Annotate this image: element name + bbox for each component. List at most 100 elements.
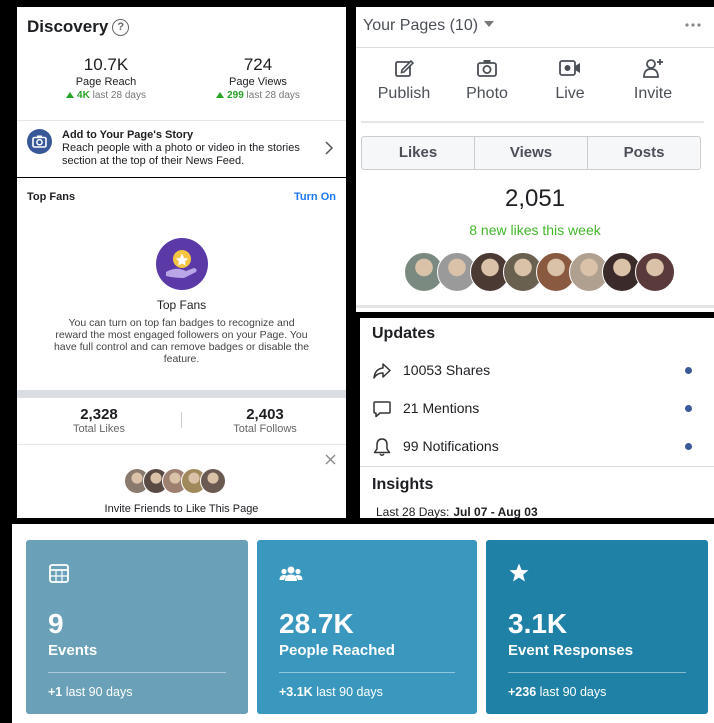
your-pages-panel: Your Pages (10) Publish Photo Live Invit… bbox=[356, 7, 714, 312]
unread-dot bbox=[685, 405, 692, 412]
event-responses-period: last 90 days bbox=[539, 685, 607, 699]
bell-icon bbox=[372, 437, 392, 457]
events-value: 9 bbox=[48, 608, 64, 639]
your-pages-dropdown[interactable]: Your Pages (10) bbox=[363, 17, 495, 35]
insights-period-label: Last 28 Days: bbox=[376, 505, 450, 518]
tab-likes[interactable]: Likes bbox=[362, 137, 475, 169]
friend-avatar[interactable] bbox=[200, 468, 226, 494]
turn-on-link[interactable]: Turn On bbox=[294, 191, 336, 203]
updates-panel: Updates 10053 Shares 21 Mentions 99 Noti… bbox=[360, 318, 714, 518]
top-fans-title: Top Fans bbox=[156, 298, 207, 312]
notifications-label: 99 Notifications bbox=[403, 438, 499, 454]
page-views-delta-value: 299 bbox=[227, 90, 244, 101]
page-reach-label: Page Reach bbox=[75, 76, 137, 88]
insights-title: Insights bbox=[372, 476, 434, 493]
events-delta: +1 last 90 days bbox=[48, 685, 132, 699]
likes-count: 2,051 bbox=[504, 185, 566, 212]
divider bbox=[17, 390, 346, 398]
events-card[interactable]: 9 Events +1 last 90 days bbox=[26, 540, 248, 714]
event-responses-card[interactable]: 3.1K Event Responses +236 last 90 days bbox=[486, 540, 708, 714]
photo-label: Photo bbox=[466, 85, 508, 102]
people-reached-label: People Reached bbox=[279, 642, 395, 659]
people-reached-delta: +3.1K last 90 days bbox=[279, 685, 383, 699]
page-views-delta: 299 last 28 days bbox=[193, 90, 323, 101]
unread-dot bbox=[685, 443, 692, 450]
total-likes-label: Total Likes bbox=[73, 423, 125, 435]
people-reached-value: 28.7K bbox=[279, 608, 354, 639]
page-views-value: 724 bbox=[243, 55, 273, 74]
page-reach-stat: 10.7K Page Reach 4K last 28 days bbox=[41, 55, 171, 101]
total-likes-value: 2,328 bbox=[80, 406, 118, 423]
divider bbox=[17, 444, 346, 445]
video-icon bbox=[535, 57, 605, 81]
invite-action[interactable]: Invite bbox=[618, 57, 688, 103]
page-views-label: Page Views bbox=[229, 76, 287, 88]
pencil-icon bbox=[369, 57, 439, 81]
publish-label: Publish bbox=[377, 85, 431, 102]
event-stats-panel: 9 Events +1 last 90 days 28.7K People Re… bbox=[12, 524, 714, 723]
chevron-right-icon[interactable] bbox=[324, 141, 334, 160]
close-icon[interactable] bbox=[325, 452, 336, 468]
divider bbox=[48, 672, 226, 673]
people-reached-period: last 90 days bbox=[316, 685, 383, 699]
total-follows-stat: 2,403 Total Follows bbox=[195, 406, 335, 435]
page-views-stat: 724 Page Views 299 last 28 days bbox=[193, 55, 323, 101]
divider bbox=[17, 120, 346, 121]
events-label: Events bbox=[48, 642, 98, 659]
updates-title: Updates bbox=[372, 325, 436, 342]
insights-period: Last 28 Days: Jul 07 - Aug 03 bbox=[376, 505, 538, 518]
up-arrow-icon bbox=[216, 92, 225, 98]
invite-label: Invite bbox=[633, 85, 673, 102]
tab-views[interactable]: Views bbox=[475, 137, 588, 169]
top-fan-badge-icon bbox=[156, 238, 208, 290]
total-follows-label: Total Follows bbox=[233, 423, 297, 435]
tab-posts[interactable]: Posts bbox=[588, 137, 700, 169]
caret-down-icon bbox=[484, 21, 495, 27]
shares-update[interactable]: 10053 Shares bbox=[372, 359, 702, 383]
mentions-label: 21 Mentions bbox=[403, 400, 480, 416]
up-arrow-icon bbox=[66, 92, 75, 98]
more-options-icon[interactable] bbox=[684, 15, 702, 33]
divider bbox=[181, 412, 182, 428]
event-responses-value: 3.1K bbox=[508, 608, 568, 639]
publish-action[interactable]: Publish bbox=[369, 57, 439, 103]
shares-label: 10053 Shares bbox=[403, 362, 491, 378]
event-responses-delta-value: +236 bbox=[508, 685, 537, 699]
star-icon bbox=[508, 562, 530, 584]
unread-dot bbox=[685, 367, 692, 374]
metric-tabs: Likes Views Posts bbox=[361, 136, 701, 170]
calendar-icon bbox=[48, 562, 70, 584]
divider bbox=[360, 466, 714, 467]
event-responses-label: Event Responses bbox=[508, 642, 634, 659]
page-reach-delta-value: 4K bbox=[77, 90, 90, 101]
insights-date-range[interactable]: Jul 07 - Aug 03 bbox=[453, 505, 537, 518]
page-views-period: last 28 days bbox=[246, 90, 300, 101]
page-reach-delta: 4K last 28 days bbox=[41, 90, 171, 101]
top-fans-panel: Top Fans Turn On Top Fans You can turn o… bbox=[17, 178, 346, 518]
discovery-title-text: Discovery bbox=[27, 17, 109, 36]
event-responses-delta: +236 last 90 days bbox=[508, 685, 606, 699]
people-icon bbox=[279, 562, 303, 584]
discovery-panel: Discovery? 10.7K Page Reach 4K last 28 d… bbox=[17, 7, 346, 177]
photo-action[interactable]: Photo bbox=[452, 57, 522, 103]
live-action[interactable]: Live bbox=[535, 57, 605, 103]
story-title[interactable]: Add to Your Page's Story bbox=[62, 129, 193, 141]
mentions-update[interactable]: 21 Mentions bbox=[372, 397, 702, 421]
notifications-update[interactable]: 99 Notifications bbox=[372, 435, 702, 459]
top-fans-description: You can turn on top fan badges to recogn… bbox=[53, 317, 310, 365]
your-pages-title: Your Pages (10) bbox=[363, 17, 479, 34]
friend-avatars bbox=[124, 468, 226, 494]
events-delta-value: +1 bbox=[48, 685, 63, 699]
total-follows-value: 2,403 bbox=[246, 406, 284, 423]
liker-avatar[interactable] bbox=[635, 252, 675, 292]
people-reached-card[interactable]: 28.7K People Reached +3.1K last 90 days bbox=[257, 540, 477, 714]
invite-friends-text[interactable]: Invite Friends to Like This Page bbox=[17, 503, 346, 515]
story-description: Reach people with a photo or video in th… bbox=[62, 142, 300, 167]
help-icon[interactable]: ? bbox=[112, 19, 130, 36]
discovery-title: Discovery? bbox=[27, 17, 130, 37]
events-period: last 90 days bbox=[65, 685, 133, 699]
divider bbox=[279, 672, 455, 673]
comment-icon bbox=[372, 399, 392, 419]
camera-icon bbox=[452, 57, 522, 81]
add-person-icon bbox=[618, 57, 688, 81]
